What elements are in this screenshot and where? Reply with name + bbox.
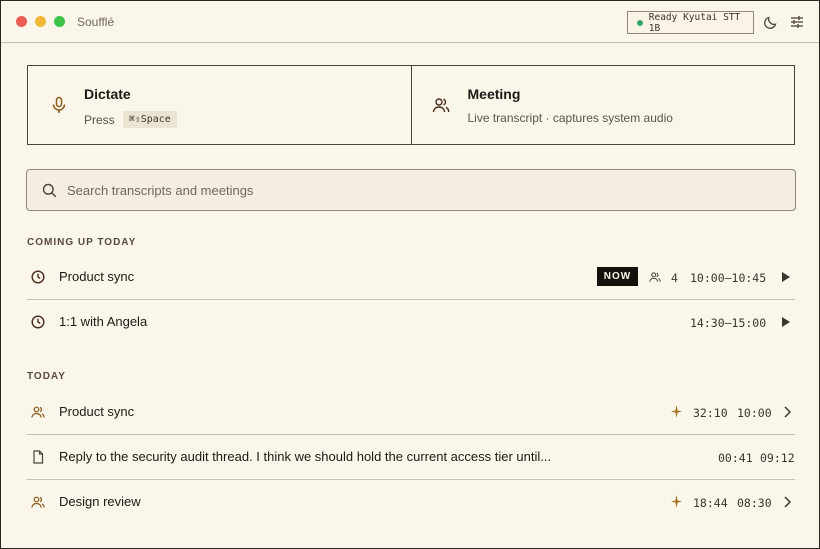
transcript-time: 10:00 (737, 406, 772, 420)
clock-icon (31, 315, 45, 329)
now-badge: NOW (597, 267, 638, 286)
dictate-card[interactable]: Dictate Press ⌘⇧Space (28, 66, 411, 144)
event-time: 10:00–10:45 (690, 271, 767, 285)
search-input[interactable] (67, 170, 767, 210)
list-item[interactable]: Reply to the security audit thread. I th… (27, 436, 795, 480)
chevron-right-icon[interactable] (783, 406, 791, 418)
transcript-duration: 18:44 (693, 496, 728, 510)
app-window: Soufflé Ready Kyutai STT 1B Dictate Pres… (0, 0, 820, 549)
dictate-shortcut: ⌘⇧Space (122, 111, 177, 128)
action-cards: Dictate Press ⌘⇧Space Meeting Live trans… (27, 65, 795, 145)
window-controls (16, 16, 65, 27)
transcript-title: Product sync (59, 404, 135, 419)
minimize-window-button[interactable] (35, 16, 46, 27)
chevron-right-icon[interactable] (783, 496, 791, 508)
sliders-icon[interactable] (789, 14, 805, 30)
sparkle-icon (671, 495, 682, 508)
people-icon (31, 496, 45, 508)
app-title: Soufflé (77, 15, 115, 29)
zoom-window-button[interactable] (54, 16, 65, 27)
search-icon (42, 183, 57, 198)
event-time: 14:30–15:00 (690, 316, 767, 330)
transcript-title: Design review (59, 494, 141, 509)
list-item[interactable]: Product sync 32:10 10:00 (27, 391, 795, 435)
event-title: Product sync (59, 269, 135, 284)
coming-up-heading: COMING UP TODAY (27, 237, 137, 248)
people-icon (31, 406, 45, 418)
microphone-icon (52, 96, 66, 113)
title-bar: Soufflé Ready Kyutai STT 1B (1, 1, 819, 43)
meeting-subtitle: Live transcript · captures system audio (467, 111, 673, 125)
attendee-count: 4 (671, 271, 678, 285)
event-title: 1:1 with Angela (59, 314, 148, 329)
play-icon[interactable] (782, 317, 790, 327)
status-dot-icon (637, 19, 643, 26)
close-window-button[interactable] (16, 16, 27, 27)
clock-icon (31, 270, 45, 284)
list-item[interactable]: Product sync NOW 4 10:00–10:45 (27, 256, 795, 300)
sparkle-icon (671, 405, 682, 418)
moon-icon[interactable] (763, 14, 779, 30)
list-item[interactable]: 1:1 with Angela 14:30–15:00 (27, 301, 795, 345)
attendees-icon (649, 272, 661, 282)
today-heading: TODAY (27, 371, 66, 382)
transcript-time: 08:30 (737, 496, 772, 510)
status-text: Ready Kyutai STT 1B (648, 11, 741, 34)
dictate-title: Dictate (84, 86, 131, 102)
dictate-hint: Press (84, 112, 115, 127)
play-icon[interactable] (782, 272, 790, 282)
search-box (26, 169, 796, 211)
list-item[interactable]: Design review 18:44 08:30 (27, 481, 795, 525)
meeting-title: Meeting (467, 86, 521, 102)
transcript-title: Reply to the security audit thread. I th… (59, 449, 552, 464)
document-icon (33, 450, 44, 464)
meeting-card[interactable]: Meeting Live transcript · captures syste… (410, 66, 795, 144)
transcript-time: 09:12 (760, 451, 795, 465)
transcript-duration: 32:10 (693, 406, 728, 420)
people-icon (432, 98, 449, 113)
transcript-duration: 00:41 (718, 451, 753, 465)
status-badge: Ready Kyutai STT 1B (627, 11, 754, 34)
dictate-subtitle: Press ⌘⇧Space (84, 111, 177, 128)
